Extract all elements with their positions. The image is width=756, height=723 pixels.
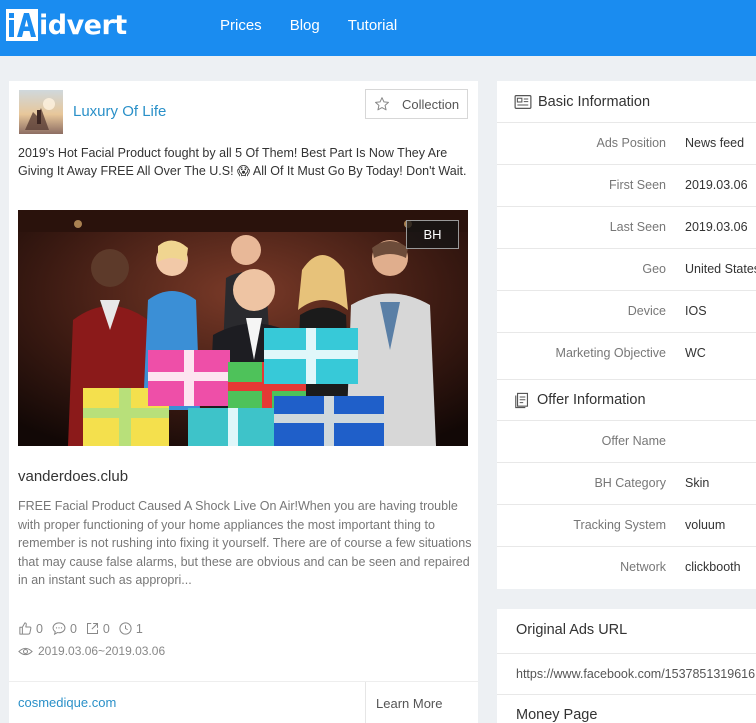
- info-label: Last Seen: [609, 220, 666, 234]
- eye-icon: [18, 647, 33, 655]
- divider: [497, 694, 756, 695]
- engagement-stats: 0 0 0 1: [18, 621, 151, 636]
- shares-stat[interactable]: 0: [85, 621, 110, 636]
- info-value: United States: [685, 262, 756, 276]
- basic-info-title: Basic Information: [538, 93, 651, 110]
- comment-icon: [52, 622, 66, 636]
- main-nav: Prices Blog Tutorial: [220, 17, 425, 34]
- time-count: 1: [135, 621, 143, 636]
- original-url-panel: Original Ads URL https://www.facebook.co…: [497, 609, 756, 723]
- divider: [497, 653, 756, 654]
- info-label: Geo: [642, 262, 666, 276]
- star-icon: [375, 97, 389, 111]
- info-label: Marketing Objective: [555, 346, 666, 360]
- original-url-link[interactable]: https://www.facebook.com/1537851319616: [516, 667, 755, 681]
- info-row-first-seen: First Seen 2019.03.06: [497, 165, 756, 207]
- nav-prices[interactable]: Prices: [220, 17, 262, 34]
- offer-value: Skin: [685, 476, 710, 490]
- basic-info-header: Basic Information: [497, 81, 756, 123]
- money-page-title: Money Page: [516, 707, 598, 723]
- nav-tutorial[interactable]: Tutorial: [348, 17, 397, 34]
- info-label: First Seen: [609, 178, 666, 192]
- shares-count: 0: [102, 621, 110, 636]
- comments-stat[interactable]: 0: [51, 621, 77, 636]
- ad-description: FREE Facial Product Caused A Shock Live …: [18, 499, 472, 587]
- ad-body-text: 2019's Hot Facial Product fought by all …: [18, 146, 467, 178]
- info-row-marketing-objective: Marketing Objective WC: [497, 333, 756, 375]
- info-row-last-seen: Last Seen 2019.03.06: [497, 207, 756, 249]
- offer-label: Offer Name: [601, 434, 666, 448]
- offer-row-network: Network clickbooth: [497, 547, 756, 589]
- thumbs-up-icon: [19, 622, 32, 635]
- ad-domain: vanderdoes.club: [18, 468, 129, 485]
- offer-row-bh-category: BH Category Skin: [497, 463, 756, 505]
- document-icon: [515, 392, 529, 408]
- info-row-device: Device IOS: [497, 291, 756, 333]
- landing-link[interactable]: cosmedique.com: [18, 695, 116, 710]
- info-card-icon: [514, 94, 532, 109]
- top-nav-bar: idvert Prices Blog Tutorial: [0, 0, 756, 56]
- share-icon: [86, 623, 98, 634]
- info-row-geo: Geo United States: [497, 249, 756, 291]
- ad-info-panel: Basic Information Ads Position News feed…: [497, 81, 756, 589]
- offer-row-tracking-system: Tracking System voluum: [497, 505, 756, 547]
- info-value: 2019.03.06: [685, 178, 748, 192]
- offer-info-title: Offer Information: [537, 392, 646, 408]
- original-url-title: Original Ads URL: [516, 622, 628, 638]
- clock-icon: [119, 622, 132, 635]
- collection-label: Collection: [402, 96, 460, 112]
- info-row-ads-position: Ads Position News feed: [497, 123, 756, 165]
- info-value: 2019.03.06: [685, 220, 748, 234]
- ad-card-footer: cosmedique.com Learn More: [9, 681, 478, 723]
- info-label: Device: [627, 304, 666, 318]
- advertiser-avatar[interactable]: [19, 90, 63, 134]
- info-label: Ads Position: [596, 136, 666, 150]
- logo[interactable]: idvert: [6, 9, 127, 41]
- collection-button[interactable]: Collection: [365, 89, 468, 119]
- offer-label: Network: [620, 560, 666, 574]
- offer-value: voluum: [685, 518, 726, 532]
- info-value: IOS: [685, 304, 707, 318]
- offer-info-header: Offer Information: [497, 379, 756, 421]
- info-value: WC: [685, 346, 706, 360]
- date-range-text: 2019.03.06~2019.03.06: [38, 644, 166, 658]
- advertiser-name[interactable]: Luxury Of Life: [73, 103, 166, 120]
- nav-blog[interactable]: Blog: [290, 17, 320, 34]
- comments-count: 0: [69, 621, 77, 636]
- ad-creative-image[interactable]: [18, 210, 468, 446]
- info-value: News feed: [685, 136, 745, 150]
- offer-label: BH Category: [594, 476, 666, 490]
- likes-count: 0: [36, 621, 43, 636]
- offer-label: Tracking System: [573, 518, 666, 532]
- time-stat: 1: [118, 621, 143, 636]
- bh-badge: BH: [406, 220, 459, 249]
- seen-date-range: 2019.03.06~2019.03.06: [18, 644, 165, 658]
- likes-stat[interactable]: 0: [18, 621, 43, 636]
- logo-mark-icon: [6, 9, 38, 41]
- logo-text: idvert: [39, 9, 127, 41]
- offer-row-offer-name: Offer Name: [497, 421, 756, 463]
- offer-value: clickbooth: [685, 560, 741, 574]
- ad-card: Luxury Of Life Collection 2019's Hot Fac…: [9, 81, 478, 723]
- learn-more-button[interactable]: Learn More: [365, 682, 478, 723]
